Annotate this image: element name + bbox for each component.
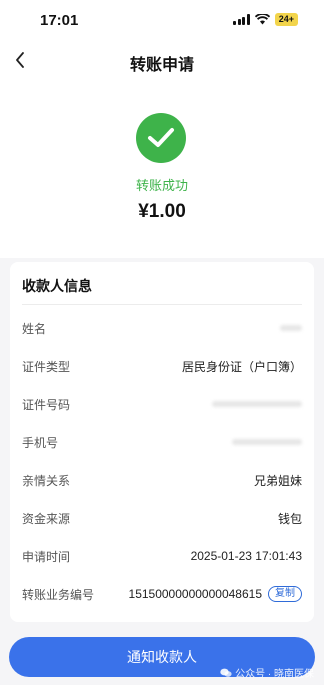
row-label: 转账业务编号 [22,587,95,602]
status-bar: 17:01 24+ [0,0,324,40]
page-title: 转账申请 [129,57,194,74]
row-value: 15150000000000048615 [128,587,262,601]
wechat-icon [220,668,232,677]
row-value: 钱包 [277,511,302,526]
info-row-relation: 亲情关系 兄弟姐妹 [22,470,302,490]
row-label: 亲情关系 [22,473,71,488]
masked-value [212,401,302,407]
transfer-status: 转账成功 [135,178,188,193]
wifi-icon [254,14,270,25]
divider [22,304,302,305]
row-label: 申请时间 [22,549,71,564]
payee-info-card: 收款人信息 姓名 证件类型 居民身份证（户口簿） 证件号码 手机号 亲情关系 兄… [10,262,314,622]
watermark-text: 公众号 · 晓南医保 [235,669,314,680]
info-row-name: 姓名 [22,318,302,338]
copy-button[interactable]: 复制 [268,586,302,602]
nav-bar: 转账申请 [0,44,324,76]
masked-value [232,439,302,445]
row-label: 姓名 [22,321,47,336]
transfer-id-group: 15150000000000048615 复制 [129,586,302,602]
info-row-fund-source: 资金来源 钱包 [22,508,302,528]
row-value: 兄弟姐妹 [253,473,302,488]
status-time: 17:01 [40,12,79,29]
battery-indicator: 24+ [274,13,298,26]
success-icon [136,113,186,163]
info-row-apply-time: 申请时间 2025-01-23 17:01:43 [22,546,302,566]
signal-icon [233,14,250,25]
header-area: 17:01 24+ 转账申请 转账成功 ¥1.00 [0,0,324,258]
info-row-phone: 手机号 [22,432,302,452]
transfer-amount: ¥1.00 [138,201,186,222]
info-row-id-type: 证件类型 居民身份证（户口簿） [22,356,302,376]
status-icons: 24+ [233,13,298,26]
watermark: 公众号 · 晓南医保 [220,665,314,680]
info-row-transfer-id: 转账业务编号 15150000000000048615 复制 [22,584,302,604]
row-label: 证件类型 [22,359,71,374]
row-label: 证件号码 [22,397,71,412]
row-value: 居民身份证（户口簿） [181,359,302,374]
info-row-id-number: 证件号码 [22,394,302,414]
row-label: 手机号 [22,435,59,450]
checkmark-icon [148,128,174,147]
masked-value [280,325,302,331]
row-value: 2025-01-23 17:01:43 [190,549,302,563]
row-label: 资金来源 [22,511,71,526]
section-title: 收款人信息 [22,278,92,294]
